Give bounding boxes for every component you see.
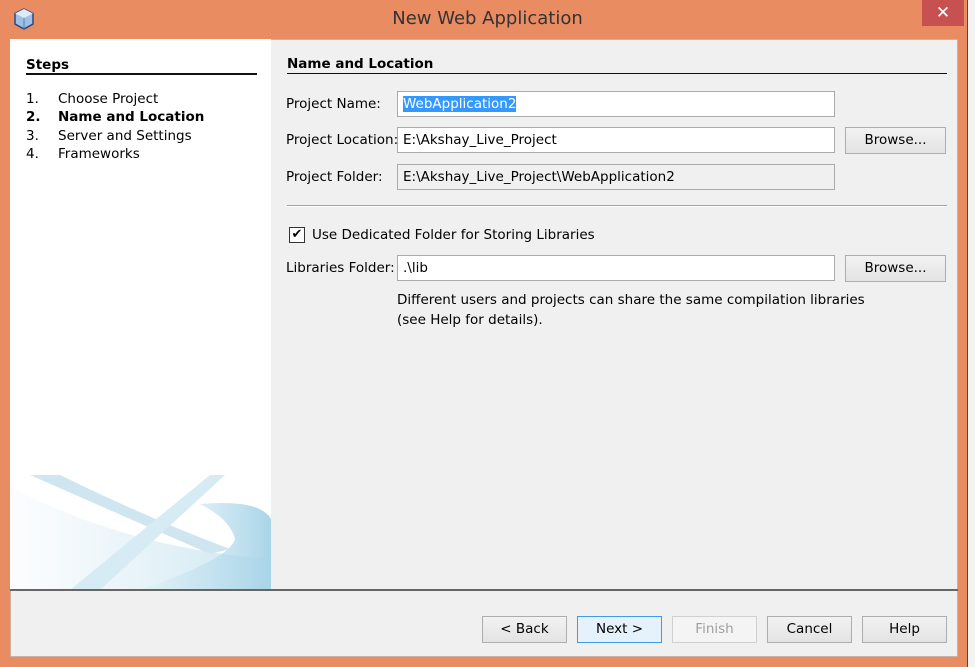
- cancel-button[interactable]: Cancel: [767, 616, 852, 643]
- background-window-edge: [967, 0, 975, 667]
- step-number: 3.: [26, 128, 39, 144]
- panel-heading: Name and Location: [287, 56, 434, 72]
- steps-underline: [26, 73, 257, 75]
- close-button[interactable]: ✕: [922, 0, 964, 26]
- next-button[interactable]: Next >: [577, 616, 662, 643]
- browse-location-button[interactable]: Browse...: [845, 127, 946, 154]
- project-folder-field: E:\Akshay_Live_Project\WebApplication2: [397, 164, 835, 190]
- steps-heading: Steps: [26, 57, 70, 73]
- finish-button: Finish: [672, 616, 757, 643]
- dedicated-folder-checkbox[interactable]: ✔: [289, 227, 305, 243]
- step-label: Choose Project: [58, 91, 159, 107]
- step-item-current: 2. Name and Location: [26, 109, 256, 127]
- libraries-help-line2: (see Help for details).: [397, 312, 543, 328]
- step-item: 1. Choose Project: [26, 91, 256, 109]
- step-number: 2.: [26, 109, 41, 125]
- step-label: Name and Location: [58, 109, 205, 125]
- libraries-help-line1: Different users and projects can share t…: [397, 292, 865, 308]
- footer-divider: [10, 589, 958, 591]
- panel-heading-underline: [287, 73, 947, 74]
- checkmark-icon: ✔: [291, 227, 303, 242]
- step-number: 1.: [26, 91, 39, 107]
- window-title: New Web Application: [392, 8, 583, 29]
- libraries-folder-label: Libraries Folder:: [286, 260, 395, 276]
- section-separator: [287, 205, 947, 207]
- step-label: Frameworks: [58, 146, 140, 162]
- dedicated-folder-label[interactable]: Use Dedicated Folder for Storing Librari…: [312, 227, 595, 243]
- project-folder-label: Project Folder:: [286, 169, 383, 185]
- step-item: 4. Frameworks: [26, 146, 256, 164]
- step-item: 3. Server and Settings: [26, 128, 256, 146]
- project-name-value: WebApplication2: [403, 96, 517, 112]
- project-location-input[interactable]: E:\Akshay_Live_Project: [397, 127, 835, 153]
- decorative-swoosh-graphic: [10, 475, 271, 590]
- step-number: 4.: [26, 146, 39, 162]
- browse-libraries-button[interactable]: Browse...: [845, 255, 946, 282]
- project-location-label: Project Location:: [286, 132, 399, 148]
- libraries-folder-input[interactable]: .\lib: [397, 255, 835, 281]
- project-name-label: Project Name:: [286, 96, 381, 112]
- help-button[interactable]: Help: [862, 616, 947, 643]
- step-label: Server and Settings: [58, 128, 192, 144]
- back-button[interactable]: < Back: [482, 616, 567, 643]
- project-name-input[interactable]: WebApplication2: [397, 91, 835, 117]
